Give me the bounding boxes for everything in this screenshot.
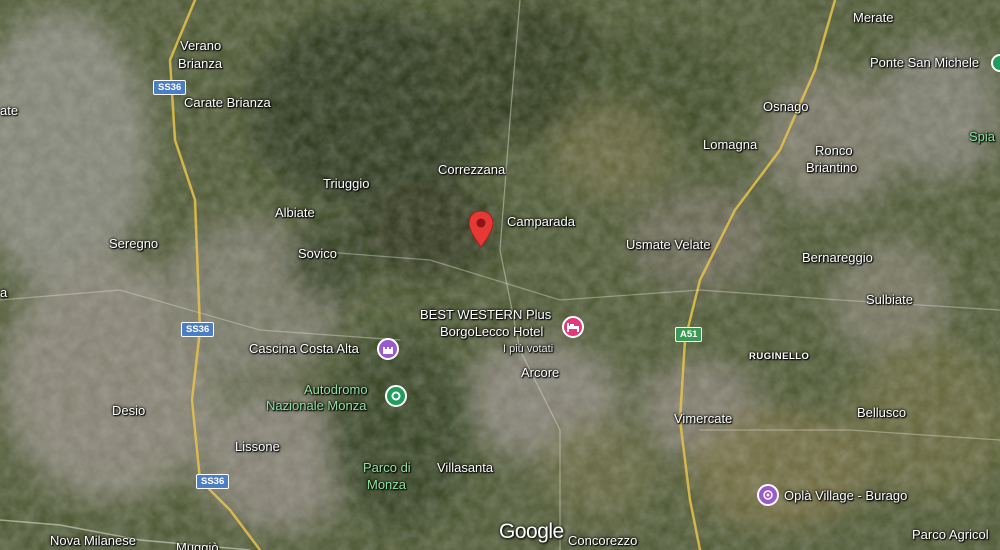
park-icon[interactable] xyxy=(385,385,407,407)
place-label-brianza: Brianza xyxy=(178,56,223,71)
hotel-name-line2[interactable]: BorgoLecco Hotel xyxy=(440,324,543,340)
google-logo: Google xyxy=(499,520,564,543)
poi-label-parco-agricolo: Parco Agricol xyxy=(912,527,989,542)
road-shield-a51: A51 xyxy=(675,327,703,342)
place-label-triuggio: Triuggio xyxy=(323,176,370,191)
place-label-correzzana: Correzzana xyxy=(438,162,506,177)
place-label-ponte: Ponte San Michele xyxy=(870,55,980,70)
place-label-villasanta: Villasanta xyxy=(437,460,494,475)
road-shield-ss36: SS36 xyxy=(196,474,230,489)
place-label-ronco: Ronco xyxy=(815,143,853,158)
place-label-carate: Carate Brianza xyxy=(184,95,271,110)
poi-label-cascina[interactable]: Cascina Costa Alta xyxy=(249,341,359,357)
park-label-autodromo: Autodromo xyxy=(304,382,368,397)
place-label-briantino: Briantino xyxy=(806,160,858,175)
satellite-imagery xyxy=(0,0,1000,550)
park-label-nazionale-monza: Nazionale Monza xyxy=(266,398,367,413)
place-label-bernareggio: Bernareggio xyxy=(802,250,873,265)
attraction-icon[interactable] xyxy=(757,484,779,506)
poi-label-opla[interactable]: Oplà Village - Burago xyxy=(784,488,907,504)
place-label-ate-partial: ate xyxy=(0,103,19,118)
hotel-note: I più votati xyxy=(503,343,554,355)
place-label-lomagna: Lomagna xyxy=(703,137,758,152)
park-label-parco-di: Parco di xyxy=(363,460,411,475)
place-label-nova-milanese: Nova Milanese xyxy=(50,533,136,548)
park-label-monza: Monza xyxy=(367,477,407,492)
castle-icon[interactable] xyxy=(377,338,399,360)
place-label-concorezzo: Concorezzo xyxy=(568,533,638,548)
place-label-verano: Verano xyxy=(180,38,222,53)
place-label-albiate: Albiate xyxy=(275,205,315,220)
locality-label-ruginello: RUGINELLO xyxy=(749,351,810,362)
place-label-desio: Desio xyxy=(112,403,146,418)
place-label-vimercate: Vimercate xyxy=(674,411,733,426)
place-label-merate: Merate xyxy=(853,10,894,25)
bed-icon[interactable] xyxy=(562,316,584,338)
road-shield-ss36: SS36 xyxy=(153,80,187,95)
place-label-muggio: Muggiò xyxy=(176,540,219,550)
place-label-spia-partial: Spia xyxy=(969,129,996,144)
map-canvas[interactable]: Verano Brianza Carate Brianza Triuggio C… xyxy=(0,0,1000,550)
place-label-osnago: Osnago xyxy=(763,99,809,114)
road-shield-ss36: SS36 xyxy=(181,322,215,337)
place-label-sulbiate: Sulbiate xyxy=(866,292,913,307)
place-label-lissone: Lissone xyxy=(235,439,280,454)
map-pin-icon[interactable] xyxy=(468,210,494,252)
place-label-usmate: Usmate Velate xyxy=(626,237,711,252)
hotel-name-line1[interactable]: BEST WESTERN Plus xyxy=(420,307,551,323)
place-label-sovico: Sovico xyxy=(298,246,338,261)
place-label-bellusco: Bellusco xyxy=(857,405,907,420)
place-label-seregno: Seregno xyxy=(109,236,159,251)
place-label-arcore: Arcore xyxy=(521,365,560,380)
place-label-a-partial: a xyxy=(0,285,8,300)
place-label-camparada: Camparada xyxy=(507,214,575,229)
